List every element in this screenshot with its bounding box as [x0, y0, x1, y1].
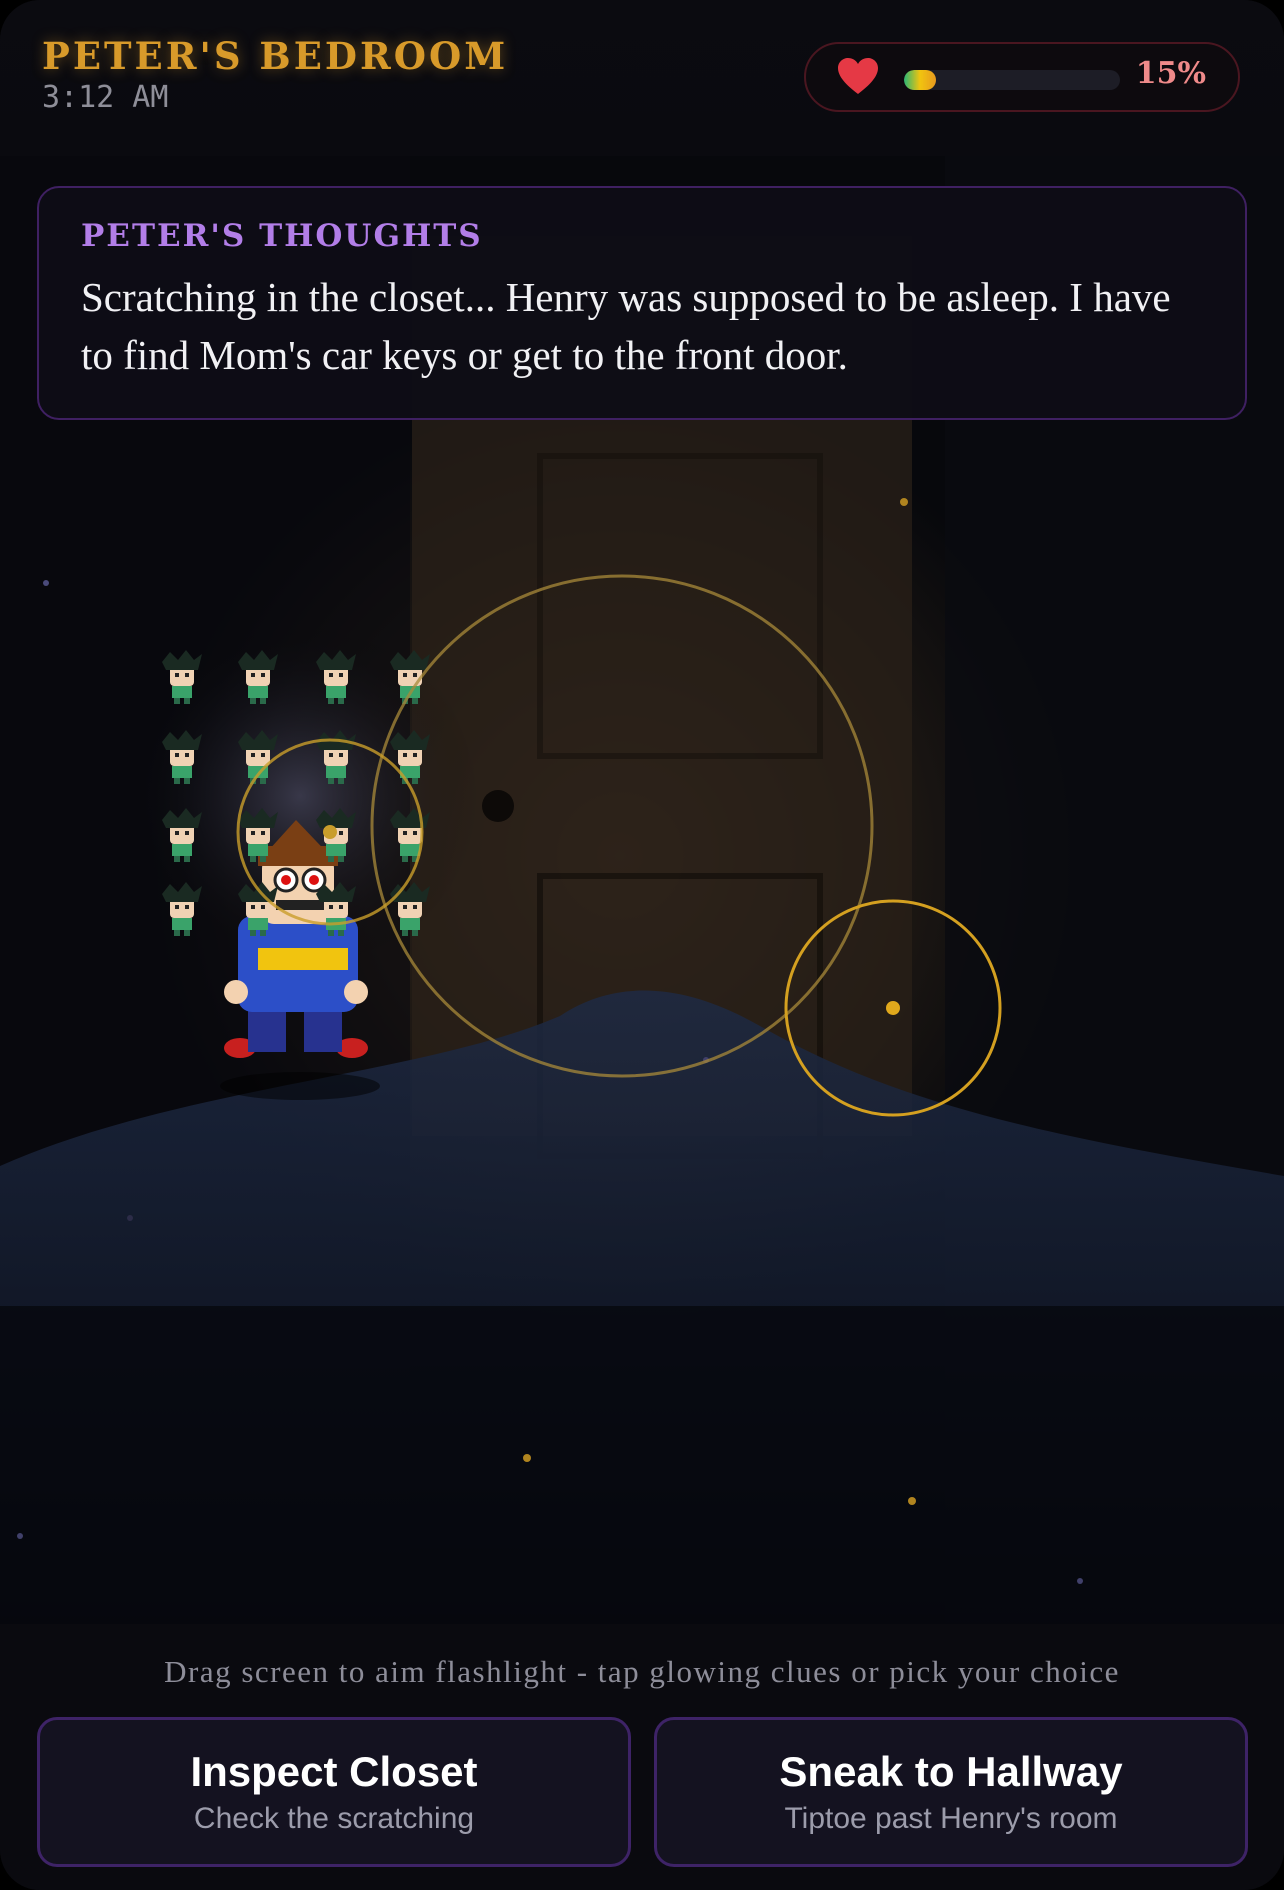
- choice-title: Sneak to Hallway: [779, 1748, 1123, 1795]
- heart-icon: [838, 58, 878, 94]
- thoughts-panel: PETER'S THOUGHTS Scratching in the close…: [37, 186, 1247, 420]
- choice-subtitle: Tiptoe past Henry's room: [784, 1802, 1118, 1835]
- instruction-hint: Drag screen to aim flashlight - tap glow…: [164, 1654, 1120, 1689]
- health-percent: 15%: [1135, 56, 1206, 91]
- top-bar: PETER'S BEDROOM 3:12 AM 15%: [0, 0, 1284, 156]
- choice-subtitle: Check the scratching: [193, 1802, 475, 1835]
- inspect-closet-button[interactable]: Inspect Closet Check the scratching: [37, 1717, 631, 1867]
- clue-dot-blanket[interactable]: [886, 1001, 900, 1015]
- sneak-to-hallway-button[interactable]: Sneak to Hallway Tiptoe past Henry's roo…: [654, 1717, 1248, 1867]
- choice-title: Inspect Closet: [190, 1748, 478, 1795]
- health-meter: 15%: [804, 42, 1240, 112]
- time-display: 3:12 AM: [42, 80, 169, 115]
- location-title: PETER'S BEDROOM: [42, 34, 509, 78]
- health-bar-fill: [904, 70, 937, 90]
- game-screen: PETER'S BEDROOM 3:12 AM 15% PETER'S THOU…: [0, 0, 1284, 1890]
- thoughts-label: PETER'S THOUGHTS: [81, 218, 483, 254]
- thoughts-text: Scratching in the closet... Henry was su…: [81, 274, 1171, 378]
- choice-area: Drag screen to aim flashlight - tap glow…: [0, 1624, 1284, 1890]
- health-bar-track: [904, 70, 1120, 90]
